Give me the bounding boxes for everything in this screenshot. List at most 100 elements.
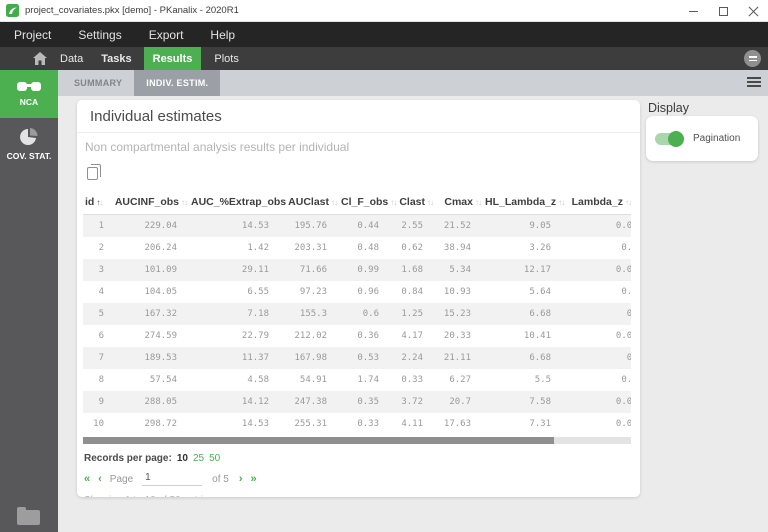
table-cell: 54.91: [299, 375, 327, 385]
sort-icon: ↑↓: [427, 198, 434, 207]
scrollbar-thumb[interactable]: [83, 437, 555, 444]
table-cell: 0.057: [565, 259, 631, 281]
page-title: Individual estimates: [77, 100, 640, 133]
toggle-knob: [668, 130, 684, 147]
pagination-toggle[interactable]: [655, 130, 684, 147]
table-cell: 104.05: [144, 287, 177, 297]
records-option-10[interactable]: 10: [177, 453, 188, 464]
table-cell: 7.18: [191, 303, 283, 325]
table-row: 2 206.24 1.42 203.31 0.48 0.62 38.94 3.26 0.21: [83, 237, 631, 259]
table-cell: 0.1: [565, 303, 631, 325]
records-options: 10 25 50: [172, 453, 220, 464]
sidebar-item-cov-stat[interactable]: COV. STAT.: [0, 118, 58, 170]
table-horizontal-scrollbar[interactable]: [83, 437, 631, 444]
table-cell: 9: [83, 391, 113, 413]
table-row: 8 57.54 4.58 54.91 1.74 0.33 6.27 5.5 0.12: [83, 369, 631, 391]
table-cell: 155.3: [283, 303, 341, 325]
menu-help[interactable]: Help: [210, 28, 235, 42]
table-cell: 229.04: [113, 214, 191, 237]
table-body: 1229.0414.53195.760.442.5521.529.050.077…: [83, 214, 631, 436]
column-header-id[interactable]: id ↑↓: [83, 190, 113, 215]
subtab-summary[interactable]: SUMMARY: [62, 70, 134, 96]
table-cell: 0.99: [341, 259, 393, 281]
last-page-button[interactable]: »: [251, 473, 257, 485]
copy-icon[interactable]: [87, 164, 101, 180]
table-cell: 5.34: [437, 259, 485, 281]
individual-estimates-panel: Individual estimates Non compartmental a…: [77, 100, 640, 497]
table-row: 3101.0929.1171.660.991.685.3412.170.057: [83, 259, 631, 281]
table-cell: 1.68: [393, 259, 437, 281]
records-option-50[interactable]: 50: [209, 453, 220, 464]
folder-icon[interactable]: [17, 507, 40, 525]
column-header-lambda_z[interactable]: Lambda_z ↑↓: [565, 190, 631, 215]
menu-settings[interactable]: Settings: [78, 28, 121, 42]
first-page-button[interactable]: «: [84, 473, 90, 485]
column-header-cmax[interactable]: Cmax ↑↓: [437, 190, 485, 215]
column-header-auc_%extrap_obs[interactable]: AUC_%Extrap_obs ↑↓: [191, 190, 295, 215]
table-cell: 206.24: [144, 243, 177, 253]
page-count-label: of 5: [212, 473, 229, 485]
minimize-button[interactable]: [678, 0, 708, 22]
table-cell: 71.66: [283, 259, 341, 281]
records-option-25[interactable]: 25: [193, 453, 204, 464]
tab-data[interactable]: Data: [58, 47, 85, 70]
table-cell: 195.76: [283, 214, 341, 237]
table-cell: 203.31: [294, 243, 327, 253]
app-logo-icon: [6, 4, 19, 17]
table-cell: 0.12: [621, 375, 631, 385]
table-cell: 5: [83, 303, 113, 325]
table-cell: 0.091: [565, 391, 631, 413]
table-cell: 167.32: [113, 303, 191, 325]
tab-tasks[interactable]: Tasks: [99, 47, 133, 70]
table-cell: 4.58: [247, 375, 269, 385]
table-cell: 6.27: [449, 375, 471, 385]
table-row: 6 274.59 22.79 212.02 0.36 4.17 20.33 10.41 0.06…: [83, 325, 631, 347]
menu-project[interactable]: Project: [14, 28, 51, 42]
maximize-icon: [718, 6, 728, 16]
next-page-button[interactable]: ›: [239, 473, 243, 485]
sort-icon: ↑↓: [96, 198, 103, 207]
table-cell: 22.79: [241, 331, 269, 341]
table-cell: 0.36: [357, 331, 379, 341]
menu-icon[interactable]: [747, 77, 761, 87]
feedback-chat-icon[interactable]: [744, 50, 761, 67]
column-header-auclast[interactable]: AUClast ↑↓: [283, 190, 341, 215]
table-cell: 7.31: [529, 419, 551, 429]
sidebar-item-nca[interactable]: NCA: [0, 70, 58, 118]
sort-icon: ↑↓: [558, 198, 565, 207]
column-header-aucinf_obs[interactable]: AUCINF_obs ↑↓: [113, 190, 191, 215]
close-icon: [748, 6, 759, 17]
records-per-page: Records per page: 10 25 50: [84, 453, 640, 464]
column-header-cl_f_obs[interactable]: Cl_F_obs ↑↓: [341, 190, 397, 215]
menu-export[interactable]: Export: [149, 28, 184, 42]
maximize-button[interactable]: [708, 0, 738, 22]
minimize-icon: [688, 10, 698, 12]
column-header-clast[interactable]: Clast ↑↓: [393, 190, 437, 215]
glasses-icon: [17, 82, 41, 91]
table-cell: 20.33: [443, 331, 471, 341]
table-row: 5167.327.18155.30.61.2515.236.680.1: [83, 303, 631, 325]
close-button[interactable]: [738, 0, 768, 22]
table-cell: 6: [98, 331, 104, 341]
subtab-indiv-estim[interactable]: INDIV. ESTIM.: [134, 70, 221, 96]
previous-page-button[interactable]: ‹: [98, 473, 102, 485]
sort-icon: ↑↓: [475, 198, 482, 207]
table-cell: 167.98: [283, 347, 341, 369]
records-per-page-label: Records per page:: [84, 453, 172, 464]
table-cell: 0.35: [341, 391, 393, 413]
table-cell: 20.7: [437, 391, 485, 413]
table-cell: 298.72: [144, 419, 177, 429]
column-header-hl_lambda_z[interactable]: HL_Lambda_z ↑↓: [485, 190, 565, 215]
table-cell: 212.02: [294, 331, 327, 341]
home-icon[interactable]: [33, 52, 47, 65]
tab-plots[interactable]: Plots: [212, 47, 240, 70]
nav-bar: Data Tasks Results Plots: [0, 47, 768, 70]
table-cell: 14.12: [191, 391, 283, 413]
tab-results[interactable]: Results: [143, 47, 202, 70]
table-cell: 14.53: [241, 419, 269, 429]
table-cell: 5.64: [529, 287, 551, 297]
table-cell: 29.11: [191, 259, 283, 281]
page-number-input[interactable]: [142, 472, 203, 486]
table-cell: 1.74: [357, 375, 379, 385]
table-cell: 3.72: [393, 391, 437, 413]
